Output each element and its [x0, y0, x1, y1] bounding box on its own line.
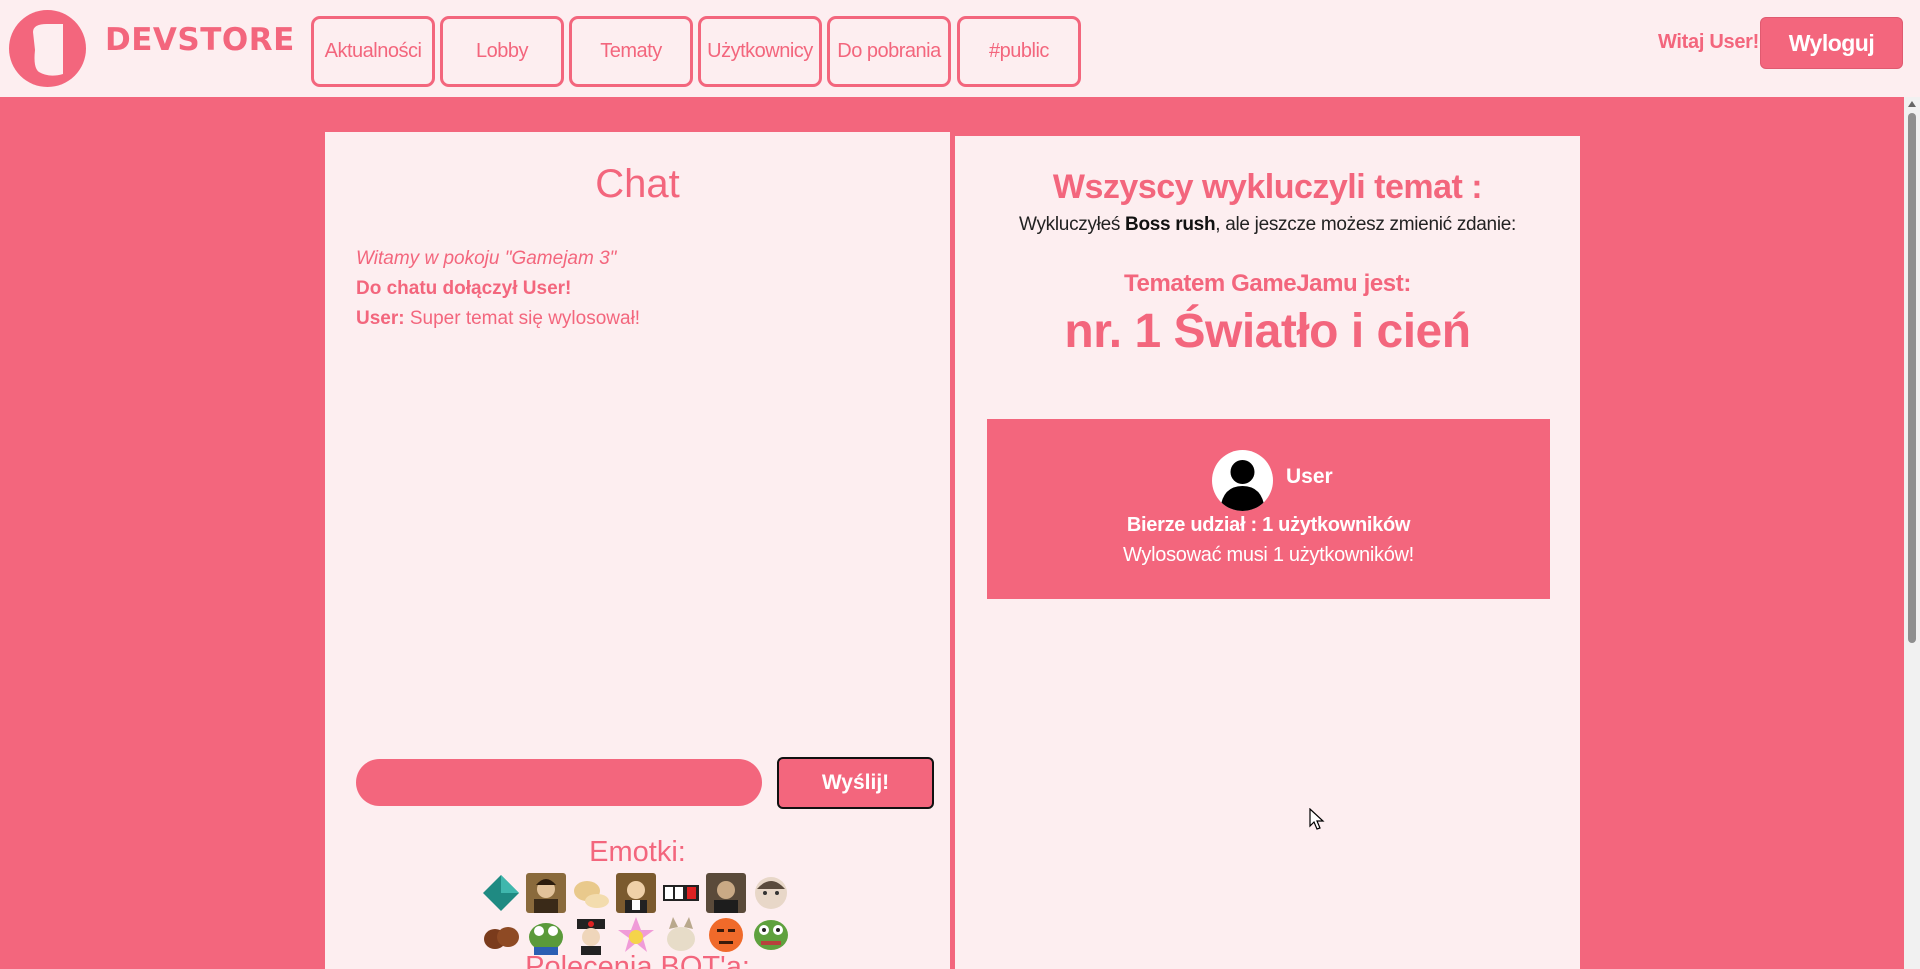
top-bar: DEVSTORE Aktualności Lobby Tematy Użytko… — [0, 0, 1920, 97]
nav-uzytkownicy[interactable]: Użytkownicy — [698, 16, 822, 87]
cat-emote[interactable] — [661, 915, 701, 955]
participant-count: Bierze udział : 1 użytkowników — [1126, 514, 1411, 536]
star-emote[interactable] — [616, 915, 656, 955]
chat-messages: Witamy w pokoju "Gamejam 3" Do chatu doł… — [356, 244, 916, 334]
chat-message-text: Super temat się wylosował! — [404, 308, 641, 329]
pepe-emote-1[interactable] — [526, 915, 566, 955]
topic-description: Wykluczyłeś Boss rush, ale jeszcze możes… — [955, 214, 1580, 236]
send-button[interactable]: Wyślij! — [777, 757, 934, 809]
chat-input[interactable] — [356, 759, 762, 806]
gamejam-topic: nr. 1 Światło i cień — [1064, 305, 1471, 358]
logo-icon[interactable] — [9, 10, 86, 87]
portrait-emote-2[interactable] — [616, 873, 656, 913]
face-emote-1[interactable] — [751, 873, 791, 913]
nav-tematy[interactable]: Tematy — [569, 16, 693, 87]
counter-emote[interactable] — [661, 873, 701, 913]
nav-do-pobrania[interactable]: Do pobrania — [827, 16, 951, 87]
brand-name[interactable]: DEVSTORE — [105, 22, 295, 58]
chat-title: Chat — [595, 162, 680, 206]
participants-box: User Bierze udział : 1 użytkowników Wylo… — [987, 419, 1550, 599]
pirate-emote[interactable] — [571, 915, 611, 955]
scrollbar-thumb[interactable] — [1908, 113, 1916, 643]
chat-message-welcome: Witamy w pokoju "Gamejam 3" — [356, 248, 617, 269]
chestnut-emote[interactable] — [481, 915, 521, 955]
scroll-up-arrow-icon[interactable] — [1908, 101, 1916, 107]
nav-public[interactable]: #public — [957, 16, 1081, 87]
chat-message-author: User: — [356, 308, 405, 329]
angry-emote[interactable] — [706, 915, 746, 955]
pepe-emote-2[interactable] — [751, 915, 791, 955]
emotes-title: Emotki: — [589, 836, 686, 868]
bread-emote[interactable] — [571, 873, 611, 913]
portrait-emote-1[interactable] — [526, 873, 566, 913]
topic-desc-suffix: , ale jeszcze możesz zmienić zdanie: — [1215, 214, 1516, 235]
topic-title: Wszyscy wykluczyli temat : — [1052, 168, 1483, 206]
nav-aktualnosci[interactable]: Aktualności — [311, 16, 435, 87]
logout-button[interactable]: Wyloguj — [1760, 17, 1903, 69]
chat-panel: Chat Witamy w pokoju "Gamejam 3" Do chat… — [325, 132, 950, 969]
nav-lobby[interactable]: Lobby — [440, 16, 564, 87]
participant-name[interactable]: User — [1286, 465, 1333, 489]
excluded-topic: Boss rush — [1125, 214, 1216, 235]
topic-panel: Wszyscy wykluczyli temat : Wykluczyłeś B… — [955, 136, 1580, 969]
topic-desc-prefix: Wykluczyłeś — [1019, 214, 1126, 235]
bot-commands-title: Polecenia BOT'a: — [525, 951, 750, 969]
portrait-emote-3[interactable] — [706, 873, 746, 913]
gamejam-topic-label: Tematem GameJamu jest: — [1124, 270, 1411, 297]
chat-message-user: User: Super temat się wylosował! — [356, 304, 916, 334]
draw-required-text: Wylosować musi 1 użytkowników! — [1123, 544, 1414, 566]
diamond-emote[interactable] — [481, 873, 521, 913]
mouse-cursor-icon — [1309, 808, 1325, 830]
avatar-icon[interactable] — [1212, 450, 1273, 511]
page-scrollbar[interactable] — [1904, 97, 1920, 969]
chat-message-joined: Do chatu dołączył User! — [356, 278, 572, 299]
welcome-text: Witaj User! — [1658, 31, 1759, 53]
